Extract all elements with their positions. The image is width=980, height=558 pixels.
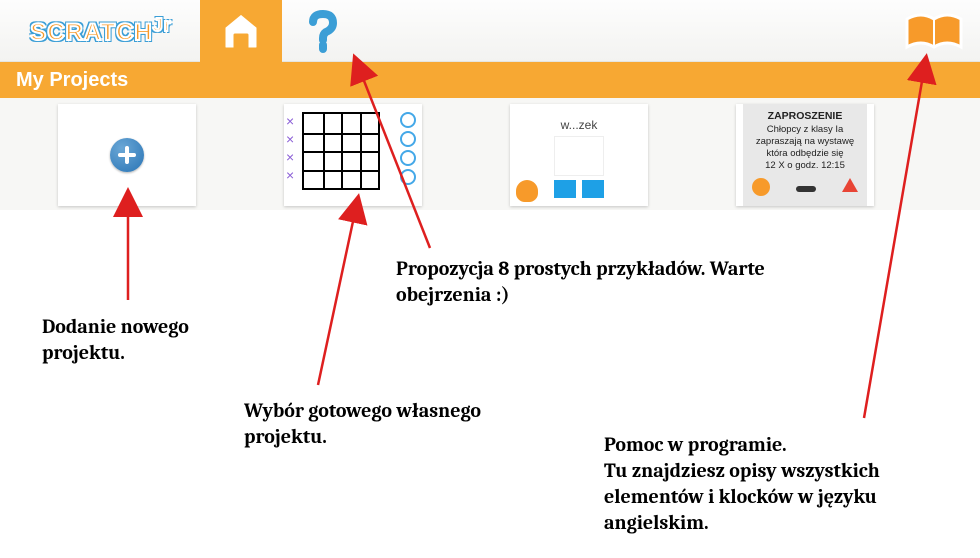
help-button[interactable]: [282, 0, 364, 62]
guide-book-button[interactable]: [898, 6, 970, 58]
annotation-new-project: Dodanie nowego projektu.: [42, 314, 262, 366]
logo-text: SCRATCHJr: [30, 15, 172, 47]
triangle-icon: [842, 178, 858, 192]
cat-icon: [752, 178, 770, 196]
plus-icon: [110, 138, 144, 172]
project-card-grid[interactable]: ××××: [284, 104, 422, 206]
cat-icon: [516, 180, 538, 202]
title-label: My Projects: [16, 69, 128, 92]
project-title: w...zek: [561, 118, 598, 132]
home-button[interactable]: [200, 0, 282, 62]
projects-row: ×××× w...zek ZAPROSZENIE Chłopcy z klasy…: [0, 98, 980, 210]
invite-title: ZAPROSZENIE: [748, 110, 862, 122]
invite-text: Chłopcy z klasy Ia zapraszają na wystawę…: [748, 124, 862, 172]
home-icon: [216, 7, 266, 55]
shape-icon: [796, 186, 816, 192]
new-project-card[interactable]: [58, 104, 196, 206]
book-icon: [903, 9, 965, 55]
project-card-wzek[interactable]: w...zek: [510, 104, 648, 206]
annotation-examples: Propozycja 8 prostych przykładów. Warte …: [396, 256, 836, 308]
annotation-choose-project: Wybór gotowego własnego projektu.: [244, 398, 484, 450]
project-preview: ××××: [284, 104, 422, 206]
scratchjr-logo: SCRATCHJr: [8, 5, 194, 57]
project-card-invite[interactable]: ZAPROSZENIE Chłopcy z klasy Ia zapraszaj…: [736, 104, 874, 206]
title-bar: My Projects: [0, 62, 980, 98]
annotation-help: Pomoc w programie. Tu znajdziesz opisy w…: [604, 432, 974, 536]
project-preview: ZAPROSZENIE Chłopcy z klasy Ia zapraszaj…: [743, 104, 867, 206]
question-icon: [304, 7, 342, 55]
top-toolbar: SCRATCHJr: [0, 0, 980, 62]
